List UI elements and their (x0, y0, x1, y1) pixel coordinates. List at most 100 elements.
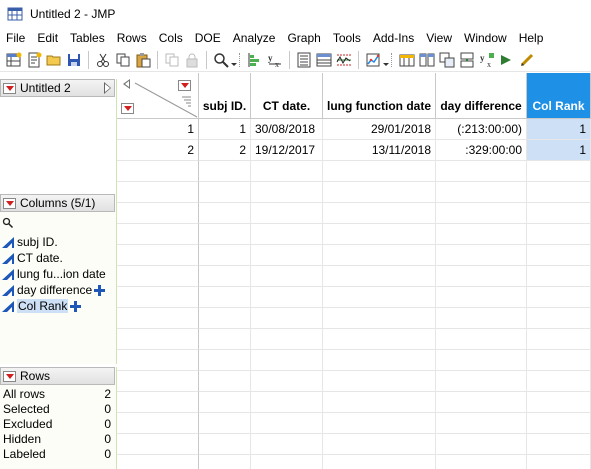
empty-cell[interactable] (323, 245, 436, 266)
save-icon[interactable] (66, 52, 82, 68)
empty-cell[interactable] (199, 245, 251, 266)
empty-cell[interactable] (251, 329, 323, 350)
empty-cell[interactable] (323, 203, 436, 224)
empty-cell[interactable] (199, 371, 251, 392)
empty-cell[interactable] (527, 371, 591, 392)
empty-cell[interactable] (323, 329, 436, 350)
empty-row-number[interactable] (117, 266, 199, 287)
empty-cell[interactable] (251, 161, 323, 182)
empty-cell[interactable] (251, 266, 323, 287)
cut-icon[interactable] (95, 52, 111, 68)
empty-cell[interactable] (251, 455, 323, 469)
empty-cell[interactable] (323, 182, 436, 203)
empty-cell[interactable] (251, 392, 323, 413)
table-cell[interactable]: 2 (199, 140, 251, 161)
menu-analyze[interactable]: Analyze (227, 28, 282, 48)
empty-row-number[interactable] (117, 371, 199, 392)
menu-window[interactable]: Window (458, 28, 513, 48)
empty-row-number[interactable] (117, 350, 199, 371)
script-icon[interactable] (499, 52, 515, 68)
empty-cell[interactable] (436, 455, 527, 469)
empty-cell[interactable] (436, 161, 527, 182)
empty-cell[interactable] (199, 182, 251, 203)
empty-cell[interactable] (199, 224, 251, 245)
row-number[interactable]: 2 (117, 140, 199, 161)
empty-cell[interactable] (199, 434, 251, 455)
empty-cell[interactable] (527, 182, 591, 203)
empty-cell[interactable] (199, 266, 251, 287)
chevron-down-icon[interactable] (383, 52, 389, 68)
column-header-col-rank[interactable]: Col Rank (527, 73, 591, 119)
join-icon[interactable] (439, 52, 455, 68)
empty-cell[interactable] (436, 329, 527, 350)
empty-cell[interactable] (323, 455, 436, 469)
column-item-ct-date[interactable]: CT date. (2, 250, 114, 266)
empty-cell[interactable] (323, 350, 436, 371)
empty-cell[interactable] (527, 266, 591, 287)
empty-cell[interactable] (251, 434, 323, 455)
empty-cell[interactable] (251, 203, 323, 224)
column-header-subj-id[interactable]: subj ID. (199, 73, 251, 119)
empty-row-number[interactable] (117, 287, 199, 308)
table-cell[interactable]: 1 (527, 119, 591, 140)
column-header-day-difference[interactable]: day difference (436, 73, 527, 119)
table-cell[interactable]: 19/12/2017 (251, 140, 323, 161)
empty-cell[interactable] (436, 392, 527, 413)
empty-cell[interactable] (199, 329, 251, 350)
rows-panel-header[interactable]: Rows (0, 367, 115, 385)
empty-cell[interactable] (527, 224, 591, 245)
empty-cell[interactable] (323, 308, 436, 329)
toolbar-grip[interactable] (239, 52, 243, 67)
summary-icon[interactable] (316, 52, 332, 68)
empty-cell[interactable] (436, 182, 527, 203)
new-data-table-icon[interactable] (6, 52, 22, 68)
empty-cell[interactable] (527, 350, 591, 371)
empty-cell[interactable] (323, 371, 436, 392)
fit-model-icon[interactable]: yx (479, 52, 495, 69)
empty-cell[interactable] (436, 245, 527, 266)
empty-cell[interactable] (436, 203, 527, 224)
row-number[interactable]: 1 (117, 119, 199, 140)
column-item-subj-id[interactable]: subj ID. (2, 234, 114, 250)
empty-cell[interactable] (199, 287, 251, 308)
menu-tools[interactable]: Tools (327, 28, 367, 48)
copy-icon[interactable] (115, 52, 131, 68)
empty-cell[interactable] (251, 245, 323, 266)
empty-row-number[interactable] (117, 245, 199, 266)
empty-cell[interactable] (199, 392, 251, 413)
empty-cell[interactable] (527, 329, 591, 350)
row-red-triangle-menu-icon[interactable] (121, 103, 134, 114)
column-item-col-rank[interactable]: Col Rank (2, 298, 114, 314)
empty-cell[interactable] (199, 161, 251, 182)
column-header-ct-date[interactable]: CT date. (251, 73, 323, 119)
empty-cell[interactable] (527, 455, 591, 469)
split-icon[interactable] (419, 52, 435, 68)
empty-cell[interactable] (527, 161, 591, 182)
table-cell[interactable]: 29/01/2018 (323, 119, 436, 140)
empty-cell[interactable] (199, 455, 251, 469)
empty-row-number[interactable] (117, 413, 199, 434)
empty-row-number[interactable] (117, 434, 199, 455)
control-chart-icon[interactable] (336, 52, 352, 68)
collapse-arrow-icon[interactable] (104, 82, 111, 94)
empty-row-number[interactable] (117, 161, 199, 182)
empty-cell[interactable] (323, 161, 436, 182)
empty-cell[interactable] (199, 308, 251, 329)
empty-cell[interactable] (199, 350, 251, 371)
fit-y-by-x-icon[interactable]: yx (267, 52, 283, 69)
distribution-icon[interactable] (247, 52, 263, 68)
column-red-triangle-menu-icon[interactable] (178, 80, 191, 91)
data-table-icon[interactable] (296, 52, 312, 68)
table-cell[interactable]: (:213:00:00) (436, 119, 527, 140)
empty-row-number[interactable] (117, 392, 199, 413)
empty-cell[interactable] (251, 413, 323, 434)
red-triangle-menu-icon[interactable] (3, 370, 16, 382)
empty-cell[interactable] (199, 203, 251, 224)
empty-cell[interactable] (323, 434, 436, 455)
table-cell[interactable]: 1 (199, 119, 251, 140)
empty-cell[interactable] (436, 350, 527, 371)
column-item-lung-function-date[interactable]: lung fu...ion date (2, 266, 114, 282)
table-cell[interactable]: 1 (527, 140, 591, 161)
empty-cell[interactable] (436, 434, 527, 455)
empty-cell[interactable] (527, 434, 591, 455)
